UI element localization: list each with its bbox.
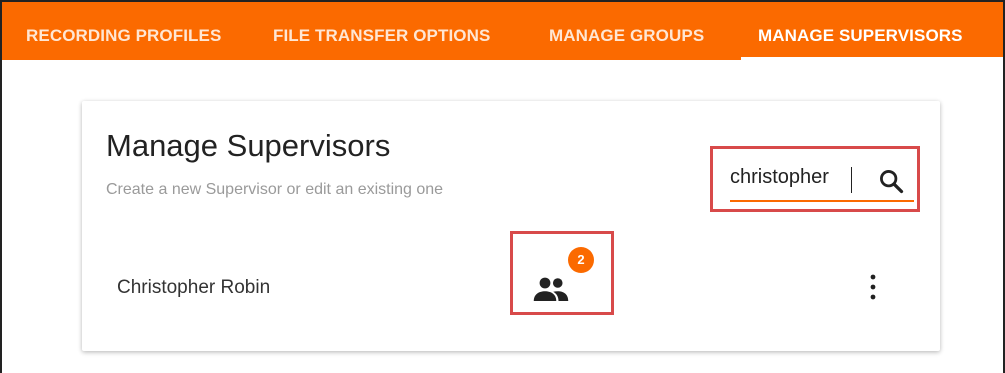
tab-manage-groups[interactable]: MANAGE GROUPS xyxy=(549,2,704,60)
manage-supervisors-card: Manage Supervisors Create a new Supervis… xyxy=(82,101,940,351)
tab-file-transfer-options[interactable]: FILE TRANSFER OPTIONS xyxy=(273,2,490,60)
active-tab-indicator xyxy=(741,57,1005,60)
tab-bar: RECORDING PROFILES FILE TRANSFER OPTIONS… xyxy=(2,2,1005,60)
search-input[interactable] xyxy=(730,166,860,189)
search-underline xyxy=(730,200,914,202)
search-icon[interactable] xyxy=(877,167,905,195)
supervisor-groups-button[interactable]: 2 xyxy=(510,231,614,315)
card-title: Manage Supervisors xyxy=(106,128,391,163)
people-icon xyxy=(533,277,569,301)
text-caret xyxy=(851,167,852,193)
tab-manage-supervisors[interactable]: MANAGE SUPERVISORS xyxy=(758,2,963,60)
search-field xyxy=(710,146,920,212)
group-count-badge: 2 xyxy=(568,247,594,273)
supervisor-name: Christopher Robin xyxy=(117,277,271,298)
card-subtitle: Create a new Supervisor or edit an exist… xyxy=(106,181,444,198)
more-vertical-icon[interactable] xyxy=(864,272,882,302)
tab-recording-profiles[interactable]: RECORDING PROFILES xyxy=(26,2,221,60)
